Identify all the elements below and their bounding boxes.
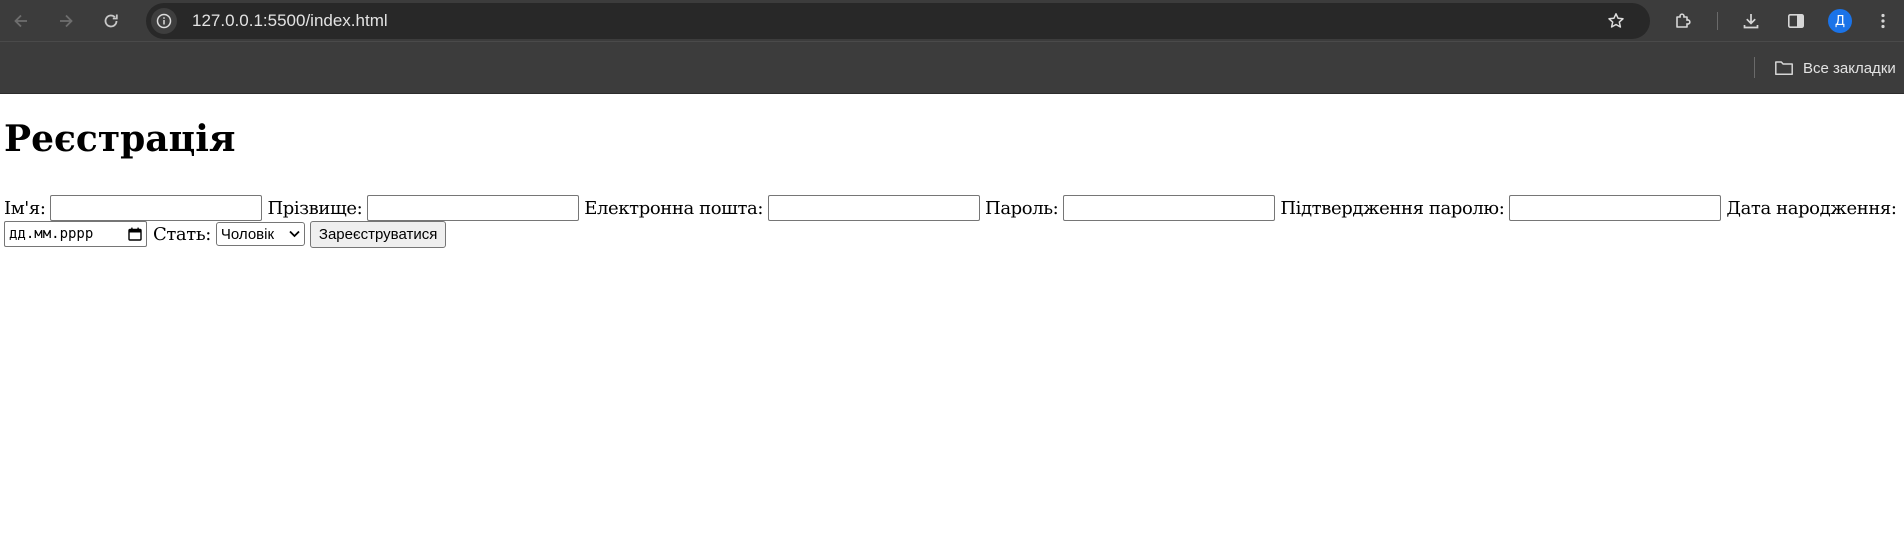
first-name-label: Ім'я: <box>4 197 46 219</box>
bookmarks-bar: Все закладки <box>0 42 1904 94</box>
email-input[interactable] <box>768 195 981 221</box>
register-button[interactable]: Зареєструватися <box>309 220 447 248</box>
all-bookmarks-label: Все закладки <box>1803 59 1896 77</box>
back-button[interactable] <box>6 6 36 36</box>
side-panel-icon <box>1787 13 1804 28</box>
back-icon <box>14 14 27 28</box>
page-viewport: Реєстрація Ім'я: Прізвище: Електронна по… <box>0 94 1904 544</box>
extensions-icon <box>1676 13 1691 28</box>
birth-date-input[interactable]: дд.мм.рррр <box>4 221 147 247</box>
last-name-label: Прізвище: <box>267 197 363 219</box>
email-label: Електронна пошта: <box>584 197 764 219</box>
site-info-button[interactable] <box>151 8 177 34</box>
profile-avatar[interactable]: Д <box>1828 9 1852 33</box>
downloads-button[interactable] <box>1736 6 1766 36</box>
chevron-down-icon <box>289 230 300 238</box>
menu-icon <box>1881 13 1885 29</box>
folder-icon <box>1775 61 1793 75</box>
confirm-password-input[interactable] <box>1509 195 1722 221</box>
password-input[interactable] <box>1063 195 1276 221</box>
forward-button[interactable] <box>51 6 81 36</box>
forward-icon <box>60 14 73 28</box>
first-name-input[interactable] <box>50 195 263 221</box>
browser-menu-button[interactable] <box>1868 6 1898 36</box>
browser-toolbar: 127.0.0.1:5500/index.html Д <box>0 0 1904 42</box>
gender-label: Стать: <box>153 223 211 245</box>
star-icon <box>1608 13 1624 28</box>
side-panel-button[interactable] <box>1781 6 1811 36</box>
url-text[interactable]: 127.0.0.1:5500/index.html <box>192 11 388 31</box>
toolbar-separator <box>1717 12 1718 30</box>
site-info-icon <box>156 13 172 29</box>
bookmarks-separator <box>1754 57 1755 78</box>
confirm-password-label: Підтвердження паролю: <box>1280 197 1505 219</box>
gender-selected-value: Чоловік <box>220 225 275 243</box>
extensions-button[interactable] <box>1668 6 1698 36</box>
form-row: дд.мм.рррр Стать: Чоловік Зареєструватис… <box>4 220 447 248</box>
birth-date-label: Дата народження: <box>1726 197 1897 219</box>
birth-date-placeholder: дд.мм.рррр <box>9 226 94 242</box>
all-bookmarks-button[interactable]: Все закладки <box>1774 55 1896 81</box>
last-name-input[interactable] <box>367 195 580 221</box>
calendar-icon[interactable] <box>128 227 142 241</box>
download-icon <box>1743 14 1759 29</box>
password-label: Пароль: <box>985 197 1059 219</box>
reload-icon <box>104 14 118 28</box>
address-bar[interactable]: 127.0.0.1:5500/index.html <box>146 3 1650 39</box>
page-title: Реєстрація <box>4 118 236 160</box>
form-row: Ім'я: Прізвище: Електронна пошта: Пароль… <box>4 194 1897 222</box>
reload-button[interactable] <box>96 6 126 36</box>
gender-select[interactable]: Чоловік <box>215 222 305 246</box>
avatar-letter: Д <box>1834 13 1846 29</box>
bookmark-star-button[interactable] <box>1603 8 1629 34</box>
